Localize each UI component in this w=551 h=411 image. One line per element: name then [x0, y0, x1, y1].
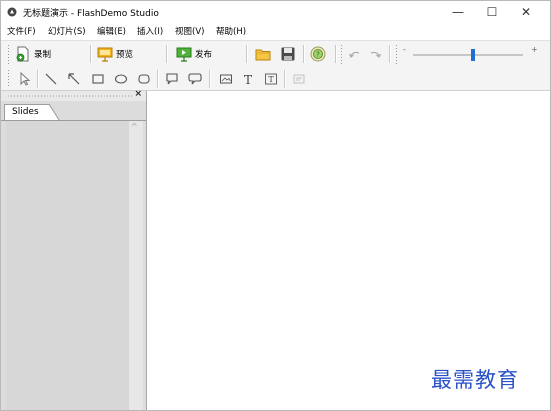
- slides-scrollbar[interactable]: ^: [129, 121, 143, 410]
- drawing-toolbar: T T: [1, 68, 550, 91]
- svg-text:?: ?: [316, 51, 320, 59]
- zoom-slider-thumb[interactable]: [471, 49, 475, 61]
- preview-button[interactable]: 预览: [97, 44, 133, 64]
- text-icon: T: [244, 73, 252, 86]
- text-tool[interactable]: T: [239, 70, 257, 88]
- maximize-button[interactable]: ☐: [475, 1, 509, 23]
- slides-list[interactable]: [6, 121, 129, 410]
- title-bar: 无标题演示 - FlashDemo Studio — ☐ ✕: [1, 1, 550, 23]
- flashdemo-app-icon: [7, 7, 17, 17]
- toolbar-grip[interactable]: [340, 44, 343, 64]
- speech-bubble-icon: [166, 73, 178, 85]
- app-window: 无标题演示 - FlashDemo Studio — ☐ ✕ 文件(F) 幻灯片…: [0, 0, 551, 411]
- menu-insert[interactable]: 插入(I): [137, 25, 163, 37]
- menu-slide[interactable]: 幻灯片(S): [48, 25, 86, 37]
- frame-icon: [293, 74, 305, 84]
- toolbar-separator: [303, 45, 305, 63]
- menu-file[interactable]: 文件(F): [7, 25, 36, 37]
- select-arrow-icon: [20, 72, 31, 86]
- save-icon: [281, 47, 295, 61]
- publish-icon: [176, 47, 192, 62]
- text-box-icon: T: [265, 73, 277, 85]
- tab-strip: Slides: [1, 104, 146, 121]
- menu-edit[interactable]: 编辑(E): [97, 25, 126, 37]
- record-label: 录制: [34, 50, 52, 60]
- slide-canvas[interactable]: [147, 91, 550, 410]
- toolbar-separator: [37, 70, 39, 88]
- tab-slides[interactable]: Slides: [4, 104, 50, 120]
- svg-text:T: T: [244, 73, 252, 86]
- text-box-tool[interactable]: T: [262, 70, 280, 88]
- save-button[interactable]: [280, 44, 296, 64]
- arrow-line-icon: [68, 73, 80, 85]
- preview-label: 预览: [116, 50, 134, 60]
- open-folder-icon: [255, 49, 271, 61]
- redo-icon: [370, 51, 382, 58]
- minimize-button[interactable]: —: [441, 1, 475, 23]
- panel-header: ×: [1, 89, 146, 101]
- frame-tool[interactable]: [290, 70, 308, 88]
- menu-view[interactable]: 视图(V): [175, 25, 204, 37]
- redo-button[interactable]: [367, 44, 383, 64]
- record-button[interactable]: 录制: [15, 44, 51, 64]
- speech-bubble-tool[interactable]: [163, 70, 181, 88]
- zoom-slider[interactable]: [413, 49, 523, 61]
- toolbar-separator: [335, 45, 337, 63]
- publish-button[interactable]: 发布: [176, 44, 212, 64]
- ellipse-icon: [114, 74, 128, 84]
- menu-help[interactable]: 帮助(H): [216, 25, 246, 37]
- close-button[interactable]: ✕: [509, 1, 543, 23]
- tab-slant: [49, 104, 60, 121]
- help-icon: ?: [310, 46, 326, 62]
- ellipse-tool[interactable]: [112, 70, 130, 88]
- select-tool[interactable]: [16, 70, 34, 88]
- panel-grip[interactable]: [7, 95, 133, 97]
- svg-text:T: T: [268, 75, 274, 84]
- rectangle-tool[interactable]: [89, 70, 107, 88]
- toolbar-grip[interactable]: [7, 69, 10, 87]
- panel-close-button[interactable]: ×: [134, 89, 142, 99]
- toolbar-grip[interactable]: [395, 44, 398, 64]
- menu-bar: 文件(F) 幻灯片(S) 编辑(E) 插入(I) 视图(V) 帮助(H): [1, 23, 550, 39]
- undo-button[interactable]: [347, 44, 363, 64]
- publish-label: 发布: [195, 50, 213, 60]
- callout-bubble-tool[interactable]: [186, 70, 204, 88]
- image-icon: [220, 74, 232, 84]
- line-tool[interactable]: [42, 70, 60, 88]
- toolbar-separator: [90, 45, 92, 63]
- zoom-plus[interactable]: +: [531, 45, 538, 54]
- undo-icon: [348, 51, 360, 58]
- toolbar-separator: [284, 70, 286, 88]
- toolbar-separator: [157, 70, 159, 88]
- open-button[interactable]: [255, 44, 271, 64]
- rectangle-icon: [92, 74, 104, 84]
- callout-bubble-icon: [188, 73, 202, 85]
- rounded-rectangle-icon: [138, 74, 150, 84]
- image-tool[interactable]: [217, 70, 235, 88]
- slides-panel: × Slides ^: [1, 89, 147, 410]
- tab-slides-label: Slides: [12, 107, 39, 117]
- main-toolbar: 录制 预览 发布 ? - +: [1, 40, 550, 69]
- rounded-rectangle-tool[interactable]: [135, 70, 153, 88]
- arrow-tool[interactable]: [65, 70, 83, 88]
- zoom-minus[interactable]: -: [403, 45, 406, 54]
- toolbar-grip[interactable]: [7, 44, 10, 64]
- help-button[interactable]: ?: [310, 44, 326, 64]
- toolbar-separator: [389, 45, 391, 63]
- preview-icon: [97, 47, 113, 62]
- scroll-up-icon[interactable]: ^: [131, 122, 138, 131]
- toolbar-separator: [166, 45, 168, 63]
- toolbar-separator: [209, 70, 211, 88]
- line-icon: [45, 73, 57, 85]
- watermark-text: 最需教育: [431, 368, 519, 392]
- window-title: 无标题演示 - FlashDemo Studio: [23, 9, 159, 19]
- toolbar-separator: [246, 45, 248, 63]
- record-icon: [16, 46, 29, 62]
